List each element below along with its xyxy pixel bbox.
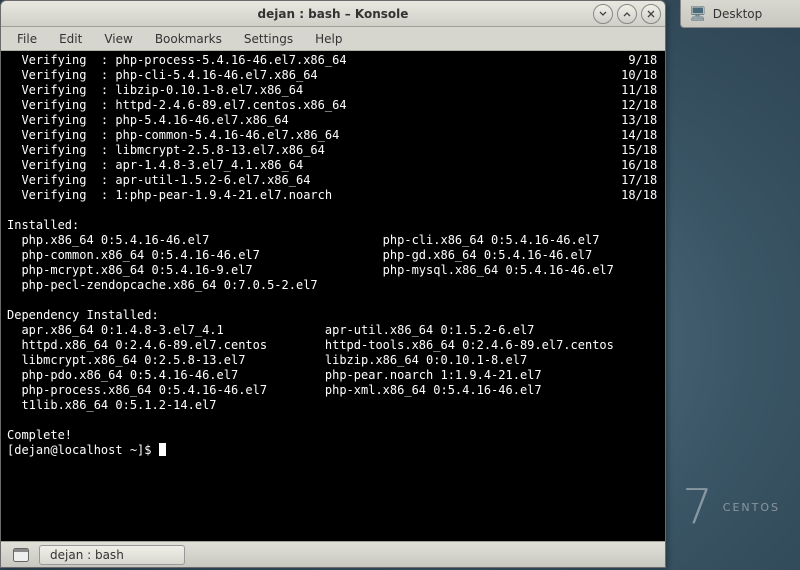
close-button[interactable]: [641, 4, 661, 24]
centos-number: 7: [682, 479, 713, 535]
new-tab-button[interactable]: [7, 544, 35, 566]
konsole-window: dejan : bash – Konsole File Edit View Bo…: [0, 0, 666, 568]
menu-bookmarks[interactable]: Bookmarks: [145, 29, 232, 49]
tab-item[interactable]: dejan : bash: [39, 545, 185, 565]
minimize-icon: [598, 9, 608, 19]
titlebar[interactable]: dejan : bash – Konsole: [1, 1, 665, 27]
terminal-icon: [13, 548, 29, 562]
cursor: [159, 443, 166, 456]
window-controls: [593, 4, 661, 24]
taskbar: dejan : bash: [1, 541, 665, 567]
centos-word: CENTOS: [723, 501, 780, 514]
maximize-icon: [622, 9, 632, 19]
minimize-button[interactable]: [593, 4, 613, 24]
centos-branding: 7 CENTOS: [682, 479, 780, 535]
terminal-output[interactable]: Verifying : php-process-5.4.16-46.el7.x8…: [1, 51, 665, 541]
close-icon: [646, 9, 656, 19]
desktop-button[interactable]: 🖥 Desktop: [680, 0, 800, 28]
menu-edit[interactable]: Edit: [49, 29, 92, 49]
menu-help[interactable]: Help: [305, 29, 352, 49]
desktop-icon: 🖥: [689, 6, 707, 22]
maximize-button[interactable]: [617, 4, 637, 24]
window-title: dejan : bash – Konsole: [1, 7, 665, 21]
menubar: File Edit View Bookmarks Settings Help: [1, 27, 665, 51]
menu-settings[interactable]: Settings: [234, 29, 303, 49]
desktop-label: Desktop: [713, 7, 763, 21]
menu-view[interactable]: View: [94, 29, 142, 49]
menu-file[interactable]: File: [7, 29, 47, 49]
tab-label: dejan : bash: [50, 548, 124, 562]
